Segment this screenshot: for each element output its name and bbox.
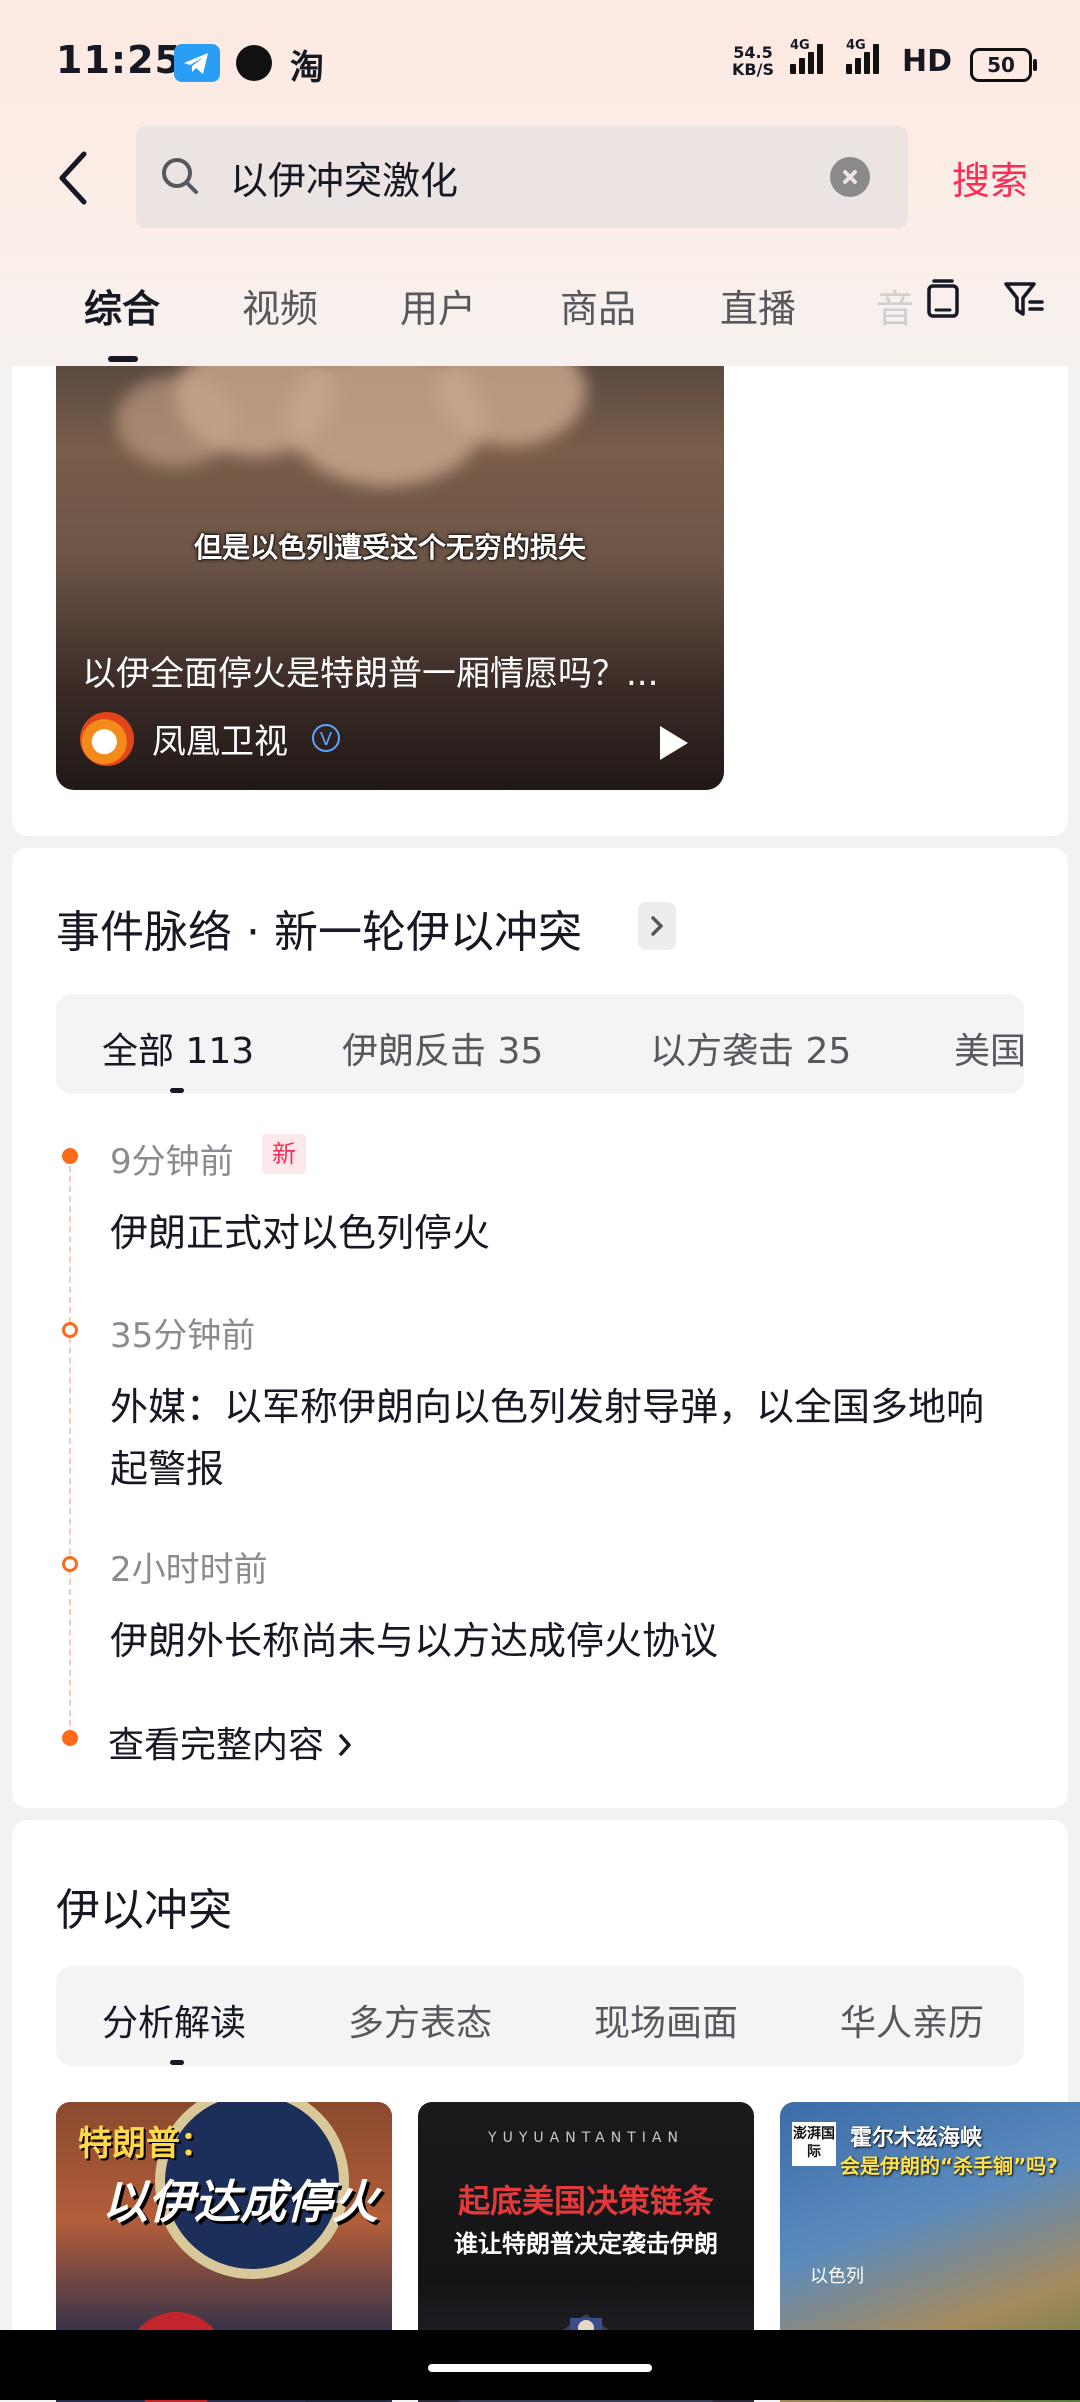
chip-scene[interactable]: 现场画面: [594, 1994, 738, 2046]
tv-icon[interactable]: [924, 278, 962, 322]
clear-icon[interactable]: [830, 157, 870, 197]
map-label: 以色列: [810, 2266, 864, 2287]
view-full-content-link[interactable]: 查看完整内容: [108, 1716, 355, 1768]
thumb-headline-1: 霍尔木兹海峡: [850, 2126, 983, 2151]
new-badge: 新: [262, 1134, 306, 1174]
timeline-dot: [62, 1148, 78, 1164]
thumb-headline-1: 特朗普：: [78, 2124, 214, 2164]
timeline-dot: [62, 1556, 78, 1572]
back-icon[interactable]: [50, 148, 104, 208]
topic-filter-chips: 分析解读 多方表态 现场画面 华人亲历: [56, 1966, 1024, 2066]
video-author[interactable]: 凤凰卫视: [152, 714, 288, 763]
timeline-filter-chips: 全部 113 伊朗反击 35 以方袭击 25 美国: [56, 994, 1024, 1094]
timeline-dot: [62, 1322, 78, 1338]
thumb-headline-2: 以伊达成停火: [102, 2175, 378, 2229]
search-icon: [160, 156, 200, 196]
search-input[interactable]: [228, 146, 792, 208]
chip-indicator: [170, 1088, 184, 1093]
timeline-line: [69, 1166, 71, 1736]
chevron-right-icon: [339, 1734, 352, 1756]
event-text[interactable]: 外媒：以军称伊朗向以色列发射导弹，以全国多地响起警报: [110, 1376, 1010, 1500]
event-time: 9分钟前: [110, 1142, 234, 1182]
phoenix-logo-avatar[interactable]: [80, 712, 134, 766]
chip-indicator: [170, 2060, 184, 2065]
tab-goods[interactable]: 商品: [560, 278, 636, 333]
timeline-title[interactable]: 事件脉络 · 新一轮伊以冲突: [56, 896, 582, 960]
chevron-right-icon[interactable]: [638, 902, 676, 950]
hd-indicator: HD: [902, 44, 953, 79]
chip-usa[interactable]: 美国: [954, 1022, 1024, 1074]
chip-overseas-chinese[interactable]: 华人亲历: [840, 1994, 984, 2046]
topic-title[interactable]: 伊以冲突: [56, 1874, 232, 1938]
tab-video[interactable]: 视频: [242, 278, 318, 333]
video-thumbnail[interactable]: 但是以色列遭受这个无穷的损失 以伊全面停火是特朗普一厢情愿吗？... 凤凰卫视 …: [56, 366, 724, 790]
search-button[interactable]: 搜索: [952, 150, 1028, 205]
status-bar: 11:25 淘 54.5 KB/S 4G 4G HD 50: [0, 0, 1080, 120]
tab-all[interactable]: 综合: [84, 278, 160, 333]
chat-bubble-icon: [236, 45, 272, 81]
filter-icon[interactable]: [1002, 278, 1046, 322]
clock: 11:25: [56, 38, 182, 82]
tab-users[interactable]: 用户: [400, 278, 476, 333]
signal-icon-2: 4G: [846, 38, 882, 78]
verified-icon: V: [312, 724, 340, 752]
result-tabs: 综合 视频 用户 商品 直播 音: [0, 272, 1080, 368]
event-time: 2小时时前: [110, 1550, 268, 1590]
view-more-label: 查看完整内容: [108, 1725, 325, 1766]
event-text[interactable]: 伊朗外长称尚未与以方达成停火协议: [110, 1610, 1010, 1672]
tab-indicator: [108, 356, 138, 362]
chip-israel-strike[interactable]: 以方袭击 25: [650, 1022, 851, 1074]
chip-analysis[interactable]: 分析解读: [102, 1994, 246, 2046]
event-text[interactable]: 伊朗正式对以色列停火: [110, 1202, 1010, 1264]
chip-all[interactable]: 全部 113: [102, 1022, 254, 1074]
video-title: 以伊全面停火是特朗普一厢情愿吗？...: [82, 654, 659, 694]
timeline-dot: [62, 1730, 78, 1746]
signal-icon-1: 4G: [790, 38, 826, 78]
search-bar[interactable]: [136, 126, 908, 228]
chip-iran-counterattack[interactable]: 伊朗反击 35: [342, 1022, 543, 1074]
network-speed: 54.5 KB/S: [732, 43, 774, 79]
home-indicator[interactable]: [428, 2364, 652, 2372]
taobao-icon: 淘: [290, 48, 324, 88]
chip-statements[interactable]: 多方表态: [348, 1994, 492, 2046]
tab-live[interactable]: 直播: [720, 278, 796, 333]
thumb-headline-2: 会是伊朗的“杀手锏”吗?: [840, 2154, 1058, 2178]
thepaper-logo: 澎湃国际: [792, 2122, 836, 2166]
event-time: 35分钟前: [110, 1316, 256, 1356]
tab-music[interactable]: 音: [876, 278, 914, 333]
video-caption: 但是以色列遭受这个无穷的损失: [193, 531, 586, 564]
telegram-icon: [174, 44, 220, 82]
play-icon[interactable]: [660, 726, 688, 760]
battery-icon: 50: [970, 48, 1037, 82]
